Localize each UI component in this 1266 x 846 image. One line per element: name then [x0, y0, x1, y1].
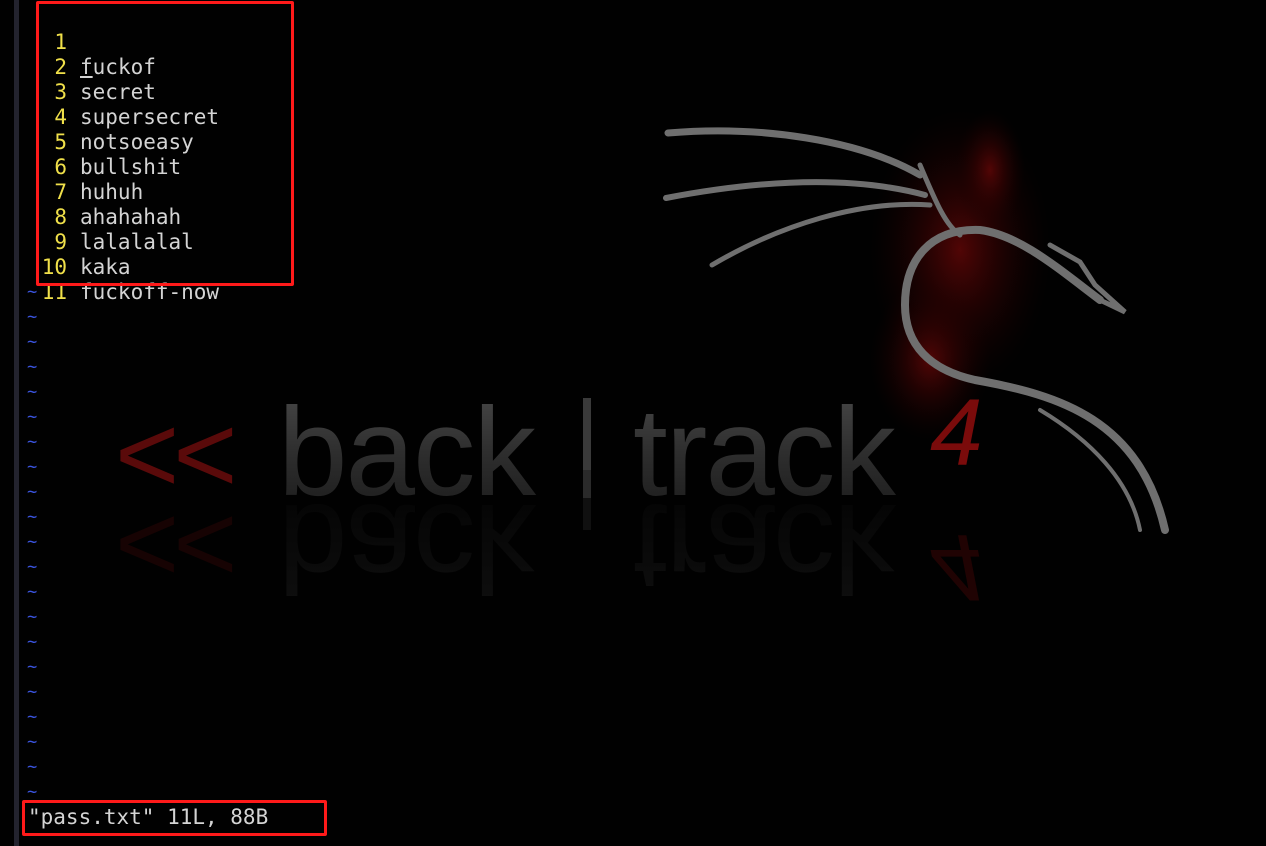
- empty-line-tilde: ~: [27, 357, 38, 377]
- svg-text:back: back: [278, 478, 537, 617]
- svg-text:<<: <<: [115, 484, 232, 607]
- highlight-box-buffer: [36, 1, 294, 286]
- empty-line-tilde: ~: [27, 707, 38, 727]
- empty-line-tilde: ~: [27, 382, 38, 402]
- svg-text:4: 4: [930, 514, 983, 620]
- empty-line-tilde: ~: [27, 757, 38, 777]
- logo-reflection: << back track 4: [115, 470, 983, 620]
- empty-line-tilde: ~: [27, 407, 38, 427]
- empty-line-tilde: ~: [27, 557, 38, 577]
- empty-line-tilde: ~: [27, 582, 38, 602]
- empty-line-tilde: ~: [27, 482, 38, 502]
- empty-line-tilde: ~: [27, 507, 38, 527]
- empty-line-tilde: ~: [27, 682, 38, 702]
- svg-text:track: track: [633, 478, 896, 617]
- highlight-box-status: [22, 800, 327, 836]
- empty-line-tilde: ~: [27, 532, 38, 552]
- empty-line-tilde: ~: [27, 632, 38, 652]
- empty-line-tilde: ~: [27, 732, 38, 752]
- empty-line-tilde: ~: [27, 657, 38, 677]
- logo-version-number: 4: [930, 380, 983, 486]
- empty-line-tilde: ~: [27, 307, 38, 327]
- empty-line-tilde: ~: [27, 332, 38, 352]
- empty-line-tilde: ~: [27, 432, 38, 452]
- empty-line-tilde: ~: [27, 457, 38, 477]
- empty-line-tilde: ~: [27, 607, 38, 627]
- terminal-window[interactable]: << back track 4 << back track 4 1 fuckof…: [0, 0, 1266, 846]
